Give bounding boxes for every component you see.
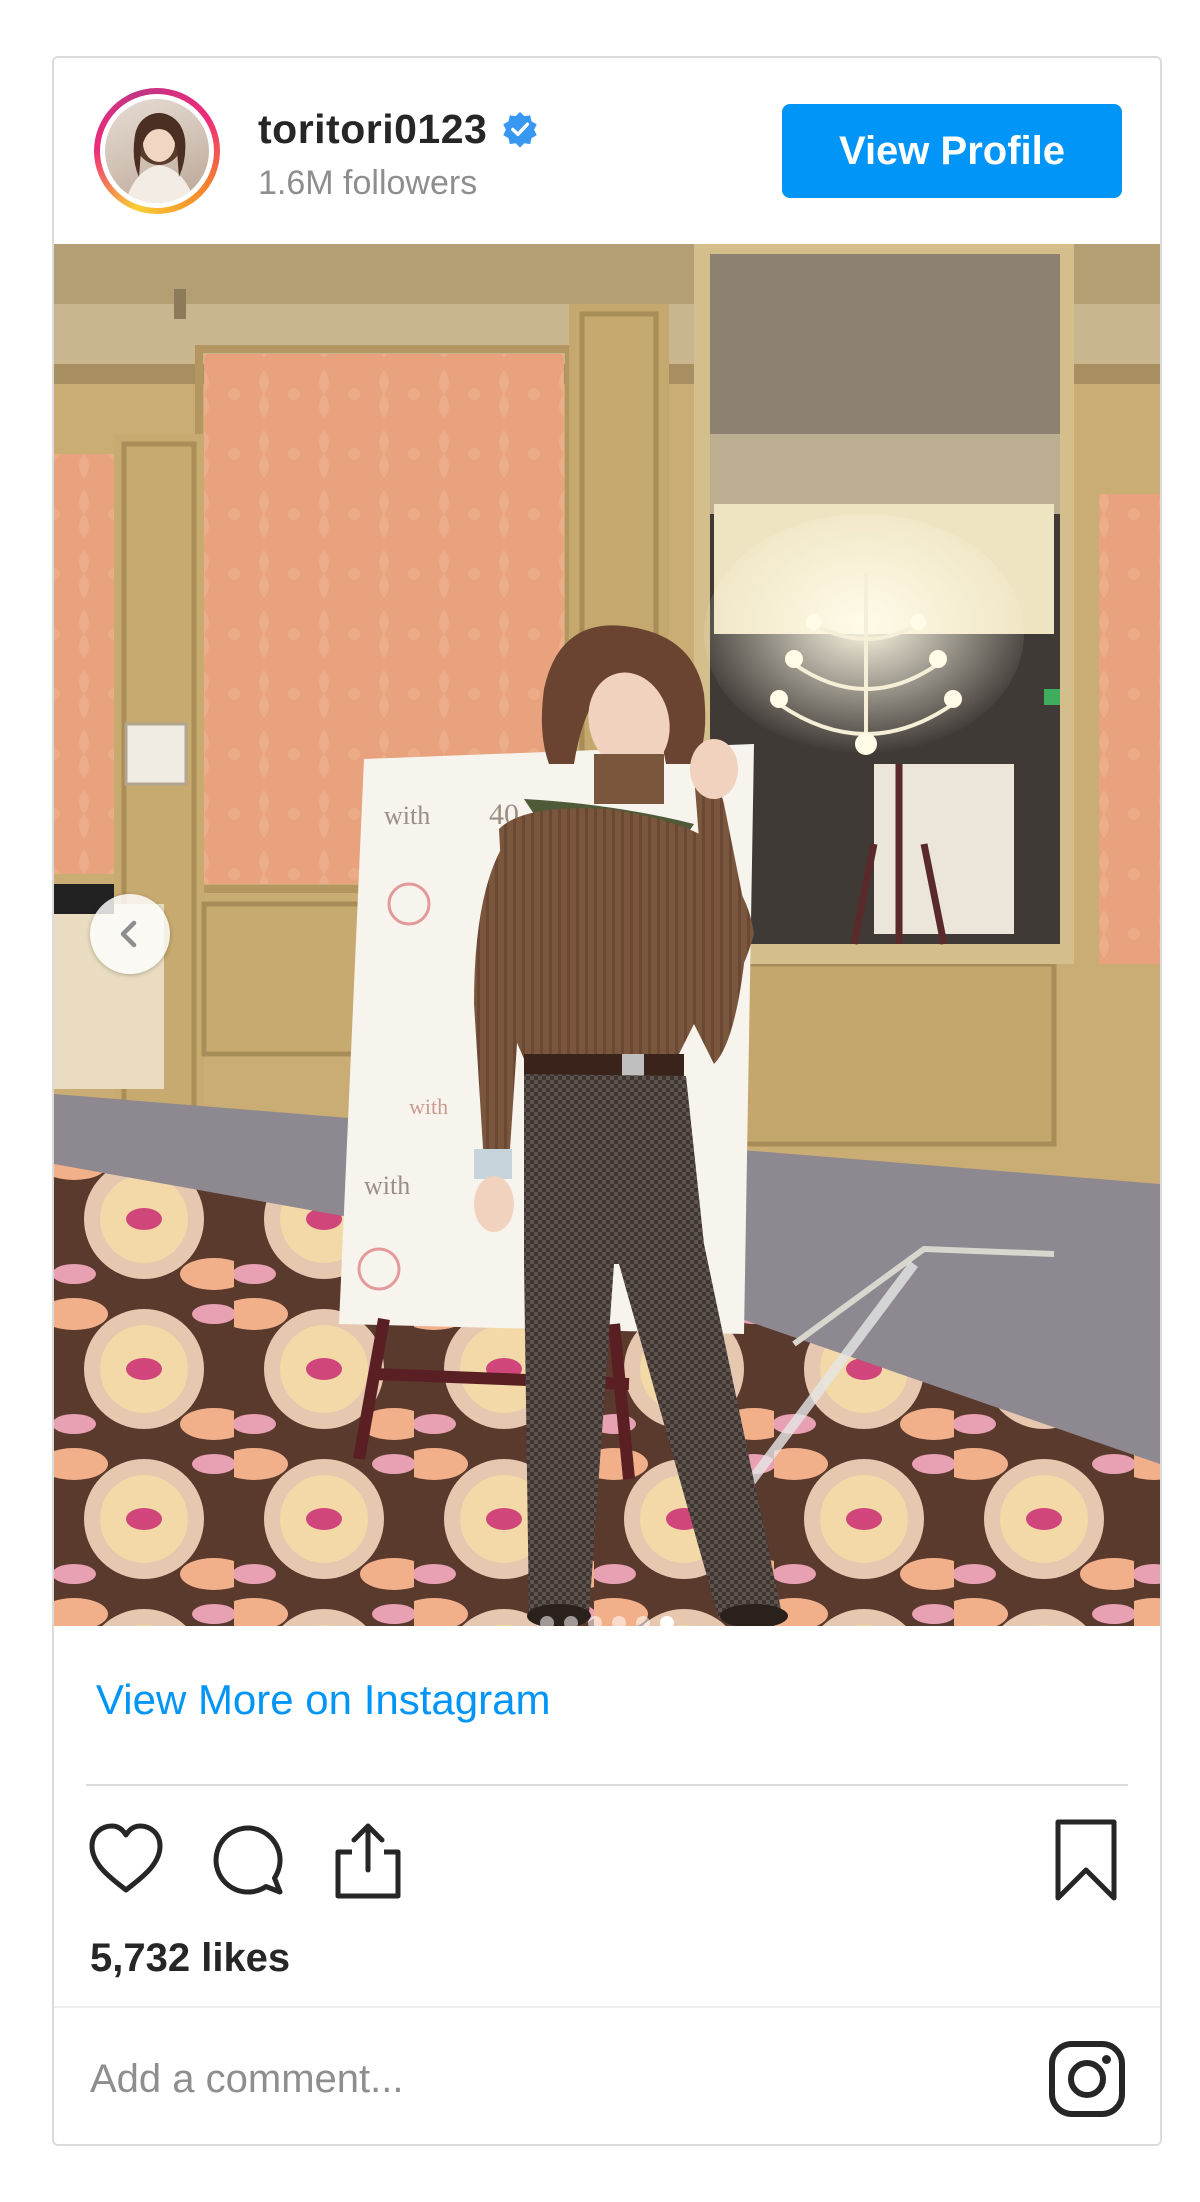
avatar[interactable] xyxy=(94,88,220,214)
instagram-embed-card: toritori0123 1.6M followers View Profile xyxy=(52,56,1162,2146)
view-more-on-instagram-link[interactable]: View More on Instagram xyxy=(96,1676,550,1724)
carousel-prev-button[interactable] xyxy=(90,894,170,974)
carousel-dot xyxy=(612,1616,626,1626)
instagram-logo-icon[interactable] xyxy=(1048,2040,1126,2118)
chevron-left-icon xyxy=(120,920,137,948)
view-profile-button[interactable]: View Profile xyxy=(782,104,1122,198)
carousel-dots xyxy=(54,1616,1160,1626)
follower-count: 1.6M followers xyxy=(258,164,478,202)
post-header: toritori0123 1.6M followers View Profile xyxy=(54,58,1160,244)
carousel-dot xyxy=(660,1616,674,1626)
comment-input[interactable] xyxy=(88,2033,952,2125)
username-row: toritori0123 xyxy=(258,104,539,154)
sign-text-with-2: with xyxy=(409,1094,448,1119)
sign-text-with-1: with xyxy=(384,801,430,830)
username[interactable]: toritori0123 xyxy=(258,106,487,153)
heart-icon[interactable] xyxy=(84,1818,168,1902)
verified-badge-icon xyxy=(503,111,538,148)
carousel-dot xyxy=(564,1616,578,1626)
divider xyxy=(86,1784,1128,1786)
share-icon[interactable] xyxy=(326,1818,410,1902)
sign-text-with-3: with xyxy=(364,1171,410,1200)
photo-illustration: with 40 with with xyxy=(54,244,1160,1626)
carousel-dot xyxy=(636,1616,650,1626)
bookmark-icon[interactable] xyxy=(1044,1818,1128,1902)
carousel-dot xyxy=(540,1616,554,1626)
post-photo[interactable]: with 40 with with xyxy=(54,244,1160,1626)
like-count: 5,732 likes xyxy=(90,1936,291,1980)
divider xyxy=(54,2006,1160,2008)
comment-icon[interactable] xyxy=(204,1818,288,1902)
action-bar xyxy=(54,1818,1160,1908)
carousel-dot xyxy=(588,1616,602,1626)
